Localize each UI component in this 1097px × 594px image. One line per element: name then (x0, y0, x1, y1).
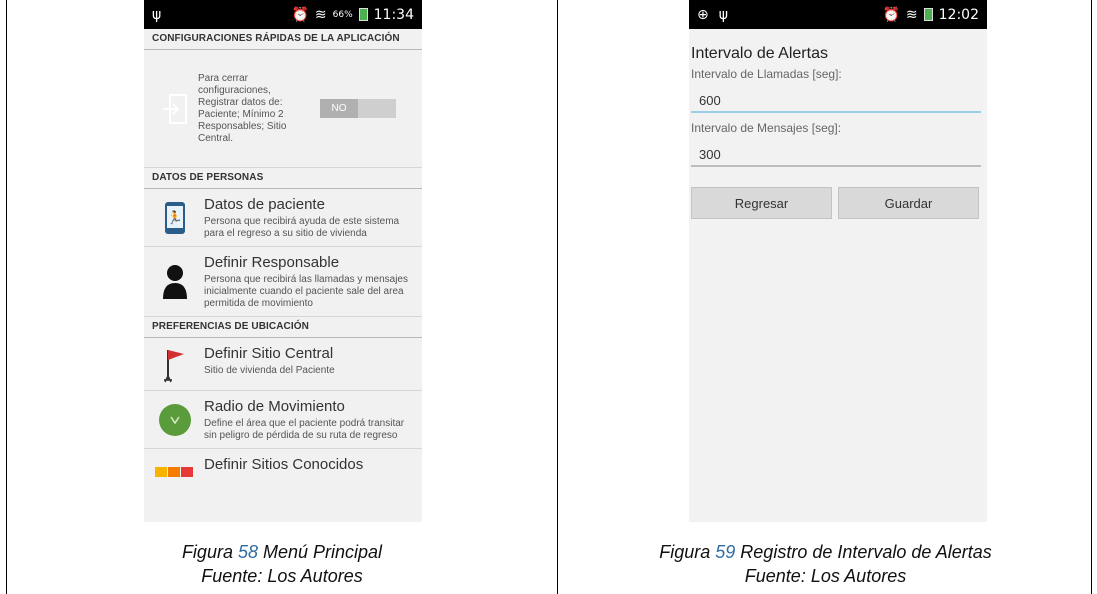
caption-prefix: Figura (659, 542, 716, 562)
calls-interval-label: Intervalo de Llamadas [seg]: (691, 67, 842, 81)
battery-percent: 66% (332, 9, 353, 20)
alarm-icon: ⏰ (291, 6, 309, 23)
menu-item-patient[interactable]: 🏃 Datos de paciente Persona que recibirá… (144, 189, 422, 247)
item-title: Radio de Movimiento (204, 398, 345, 415)
messages-interval-input[interactable]: 300 (691, 141, 981, 167)
left-cell: ψ ⏰ ≋ 66% 11:34 CONFIGURACIONES RÁPIDAS … (7, 0, 557, 594)
item-desc: Persona que recibirá ayuda de este siste… (204, 216, 400, 239)
screen-title: Intervalo de Alertas (691, 45, 828, 62)
usb-icon: ψ (152, 6, 162, 23)
status-bar: ⊕ ψ ⏰ ≋ 12:02 (689, 0, 987, 29)
status-time: 12:02 (938, 6, 979, 23)
alarm-icon: ⏰ (882, 6, 900, 23)
item-title: Definir Sitios Conocidos (204, 456, 364, 473)
status-time: 11:34 (373, 6, 414, 23)
exit-icon (152, 93, 198, 125)
caption-text: Registro de Intervalo de Alertas (735, 542, 992, 562)
wifi-icon: ≋ (314, 6, 327, 23)
wifi-icon: ≋ (905, 6, 918, 23)
caption-left: Figura 58 Menú Principal Fuente: Los Aut… (7, 540, 557, 588)
quick-setting-text: Para cerrar configuraciones, Registrar d… (198, 72, 287, 144)
section-people: DATOS DE PERSONAS (144, 168, 422, 189)
battery-icon (923, 8, 933, 21)
item-title: Definir Responsable (204, 254, 340, 271)
status-bar: ψ ⏰ ≋ 66% 11:34 (144, 0, 422, 29)
messages-interval-label: Intervalo de Mensajes [seg]: (691, 121, 842, 135)
caption-source: Fuente: Los Autores (201, 566, 363, 586)
menu-item-central-site[interactable]: Definir Sitio Central Sitio de vivienda … (144, 338, 422, 391)
usb-icon: ψ (718, 6, 728, 23)
caption-number: 59 (715, 542, 736, 562)
figure-table: ψ ⏰ ≋ 66% 11:34 CONFIGURACIONES RÁPIDAS … (6, 0, 1092, 594)
main-menu-screenshot: ψ ⏰ ≋ 66% 11:34 CONFIGURACIONES RÁPIDAS … (144, 0, 422, 522)
menu-item-known-sites[interactable]: Definir Sitios Conocidos (144, 449, 422, 483)
caption-number: 58 (237, 542, 258, 562)
alert-interval-screenshot: ⊕ ψ ⏰ ≋ 12:02 Intervalo de Alertas Inter… (689, 0, 987, 522)
item-title: Datos de paciente (204, 196, 325, 213)
radius-circle-icon (152, 397, 198, 442)
svg-text:🏃: 🏃 (167, 210, 183, 226)
item-title: Definir Sitio Central (204, 345, 334, 362)
menu-item-radius[interactable]: Radio de Movimiento Define el área que e… (144, 391, 422, 449)
save-button[interactable]: Guardar (838, 187, 979, 219)
section-quick-settings: CONFIGURACIONES RÁPIDAS DE LA APLICACIÓN (144, 29, 422, 50)
battery-icon (358, 8, 368, 21)
person-icon (152, 253, 198, 310)
flag-icon (152, 344, 198, 384)
back-button[interactable]: Regresar (691, 187, 832, 219)
item-desc: Persona que recibirá las llamadas y mens… (204, 274, 408, 309)
quick-setting-row[interactable]: Para cerrar configuraciones, Registrar d… (144, 50, 422, 168)
item-desc: Sitio de vivienda del Paciente (204, 365, 335, 376)
caption-source: Fuente: Los Autores (744, 566, 907, 586)
right-cell: ⊕ ψ ⏰ ≋ 12:02 Intervalo de Alertas Inter… (558, 0, 1093, 594)
known-sites-icon (152, 455, 198, 477)
toggle-label: NO (320, 99, 358, 118)
quick-setting-toggle[interactable]: NO (320, 99, 396, 118)
caption-prefix: Figura (181, 542, 238, 562)
caption-text: Menú Principal (258, 542, 383, 562)
menu-item-responsible[interactable]: Definir Responsable Persona que recibirá… (144, 247, 422, 317)
item-desc: Define el área que el paciente podrá tra… (204, 418, 405, 441)
patient-phone-icon: 🏃 (152, 195, 198, 240)
calls-interval-input[interactable]: 600 (691, 87, 981, 113)
gps-icon: ⊕ (697, 6, 709, 23)
section-location: PREFERENCIAS DE UBICACIÓN (144, 317, 422, 338)
caption-right: Figura 59 Registro de Intervalo de Alert… (558, 540, 1093, 588)
